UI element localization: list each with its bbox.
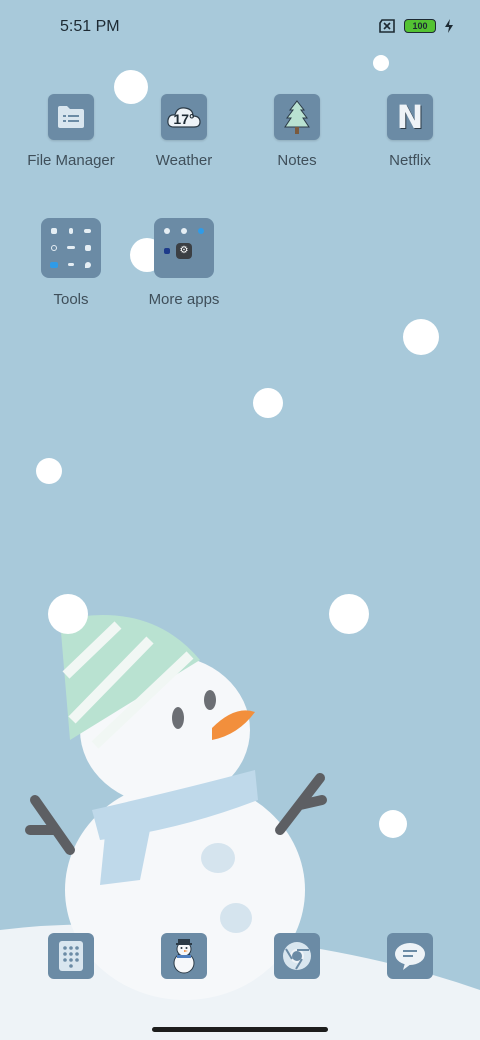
dock-snowman-app[interactable]	[161, 933, 207, 979]
status-time: 5:51 PM	[60, 18, 120, 35]
app-label: Tools	[53, 291, 89, 308]
snowflake	[36, 458, 62, 484]
netflix-icon: N	[387, 94, 433, 140]
status-bar: 5:51 PM 100	[0, 0, 480, 56]
weather-temperature: 17°	[173, 111, 195, 127]
tools-folder-icon	[41, 218, 101, 278]
snowflake	[379, 810, 407, 838]
file-manager-icon	[48, 94, 94, 140]
dialer-icon	[59, 941, 83, 971]
app-label: File Manager	[27, 152, 115, 169]
no-sim-icon	[379, 19, 395, 33]
app-file-manager[interactable]: File Manager	[11, 94, 131, 169]
dock-browser[interactable]	[274, 933, 320, 979]
snowflake	[329, 594, 369, 634]
app-label: Weather	[155, 152, 213, 169]
netflix-glyph: N	[396, 98, 424, 136]
app-label: Notes	[277, 152, 317, 169]
battery-level: 100	[412, 21, 428, 31]
home-indicator[interactable]	[152, 1027, 328, 1032]
app-netflix[interactable]: N Netflix	[350, 94, 470, 169]
more-apps-folder-icon: ⚙	[154, 218, 214, 278]
notes-tree-icon	[274, 94, 320, 140]
charging-icon	[445, 19, 453, 33]
messages-icon	[395, 943, 425, 970]
weather-icon: 17°	[161, 94, 207, 140]
snowflake	[373, 55, 389, 71]
status-icons: 100	[378, 19, 454, 33]
battery-icon: 100	[404, 19, 436, 33]
dock-dialer[interactable]	[48, 933, 94, 979]
snowflake	[253, 388, 283, 418]
dock-messages[interactable]	[387, 933, 433, 979]
snowman-icon	[173, 939, 195, 974]
folder-more-apps[interactable]: ⚙ More apps	[124, 218, 244, 308]
app-label: Netflix	[389, 152, 431, 169]
browser-icon	[283, 942, 311, 970]
app-notes[interactable]: Notes	[237, 94, 357, 169]
app-weather[interactable]: 17° Weather	[124, 94, 244, 169]
app-label: More apps	[148, 291, 220, 308]
folder-tools[interactable]: Tools	[11, 218, 131, 308]
snowflake	[403, 319, 439, 355]
